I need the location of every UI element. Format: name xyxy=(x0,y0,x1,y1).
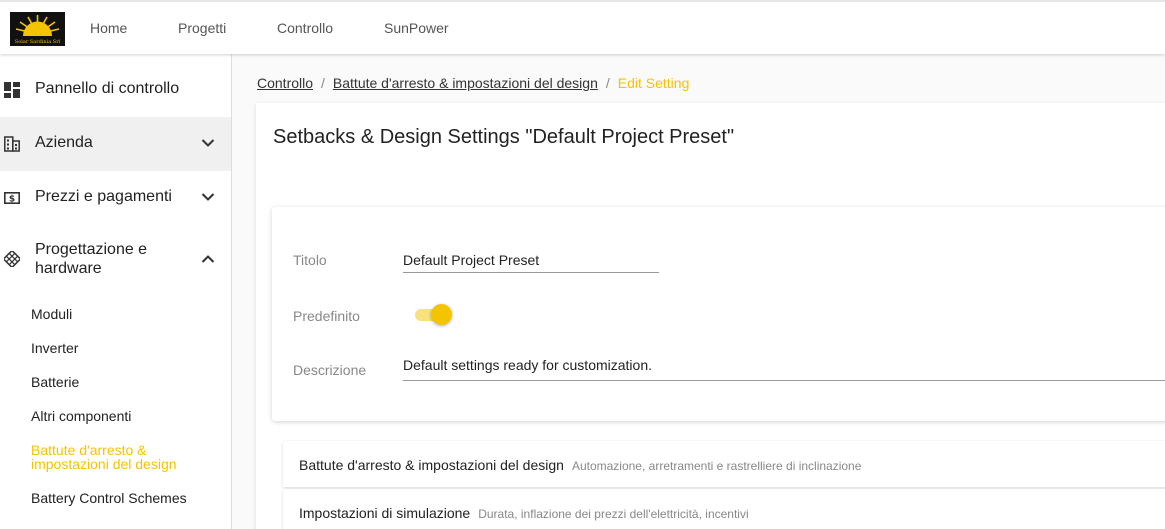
default-label: Predefinito xyxy=(293,308,360,324)
breadcrumb-current: Edit Setting xyxy=(617,75,690,91)
sidebar-item-dashboard[interactable]: Pannello di controllo xyxy=(0,63,231,117)
sidebar-item-label: Progettazione e hardware xyxy=(35,241,148,277)
sidebar-subitem-battery-control[interactable]: Battery Control Schemes xyxy=(31,491,187,505)
chevron-down-icon xyxy=(201,139,215,147)
settings-form-card xyxy=(272,207,1165,421)
dollar-bill-icon: $ xyxy=(4,191,20,205)
top-bar: Solar Sardinia Srl Home Progetti Control… xyxy=(0,0,1165,54)
solar-panel-icon xyxy=(4,251,20,267)
section-title: Battute d'arresto & impostazioni del des… xyxy=(299,457,861,473)
dashboard-icon xyxy=(4,82,20,98)
section-title-text: Impostazioni di simulazione xyxy=(299,505,471,521)
breadcrumb-separator: / xyxy=(321,75,325,91)
section-simulazione[interactable]: Impostazioni di simulazione Durata, infla… xyxy=(283,489,1165,529)
breadcrumb-link-battute[interactable]: Battute d'arresto & impostazioni del des… xyxy=(333,75,598,91)
section-title-text: Battute d'arresto & impostazioni del des… xyxy=(299,457,564,473)
breadcrumb-separator: / xyxy=(605,75,610,91)
company-logo[interactable]: Solar Sardinia Srl xyxy=(10,12,65,46)
description-input[interactable]: Default settings ready for customization… xyxy=(403,357,1165,381)
chevron-up-icon xyxy=(201,255,215,263)
sidebar-item-progettazione[interactable]: Progettazione e hardware xyxy=(0,229,231,289)
sidebar-item-prezzi[interactable]: $ Prezzi e pagamenti xyxy=(0,171,231,225)
sidebar-subitem-moduli[interactable]: Moduli xyxy=(31,307,72,321)
sidebar-subitem-altri-componenti[interactable]: Altri componenti xyxy=(31,409,131,423)
section-battute[interactable]: Battute d'arresto & impostazioni del des… xyxy=(283,441,1165,487)
sidebar-item-azienda[interactable]: Azienda xyxy=(0,117,231,171)
breadcrumb: Controllo / Battute d'arresto & impostazio… xyxy=(257,75,689,91)
title-input[interactable]: Default Project Preset xyxy=(403,252,659,273)
chevron-down-icon xyxy=(201,193,215,201)
page-title: Setbacks & Design Settings "Default Proj… xyxy=(273,126,735,148)
building-icon xyxy=(4,136,20,152)
sidebar-item-label: Azienda xyxy=(35,134,93,151)
nav-home[interactable]: Home xyxy=(90,20,127,36)
nav-controllo[interactable]: Controllo xyxy=(277,20,333,36)
sidebar-subitem-inverter[interactable]: Inverter xyxy=(31,341,78,355)
sidebar-subitem-battute[interactable]: Battute d'arresto & impostazioni del des… xyxy=(31,443,211,471)
nav-sunpower[interactable]: SunPower xyxy=(384,20,449,36)
description-label: Descrizione xyxy=(293,362,367,378)
breadcrumb-link-controllo[interactable]: Controllo xyxy=(257,75,313,91)
sidebar-item-label: Pannello di controllo xyxy=(35,80,180,97)
section-title: Impostazioni di simulazione Durata, infla… xyxy=(299,505,749,521)
sidebar-item-label: Prezzi e pagamenti xyxy=(35,188,172,205)
toggle-knob xyxy=(431,304,452,325)
sidebar: Pannello di controllo Azienda $ Prezzi e… xyxy=(0,54,232,529)
section-subtitle: Durata, inflazione dei prezzi dell'elett… xyxy=(478,507,749,521)
default-toggle[interactable] xyxy=(415,304,453,326)
section-subtitle: Automazione, arretramenti e rastrelliere… xyxy=(571,459,862,473)
logo-text: Solar Sardinia Srl xyxy=(14,39,61,45)
sidebar-subitem-batterie[interactable]: Batterie xyxy=(31,375,79,389)
nav-progetti[interactable]: Progetti xyxy=(178,20,226,36)
title-label: Titolo xyxy=(293,252,327,268)
svg-text:$: $ xyxy=(9,195,15,205)
